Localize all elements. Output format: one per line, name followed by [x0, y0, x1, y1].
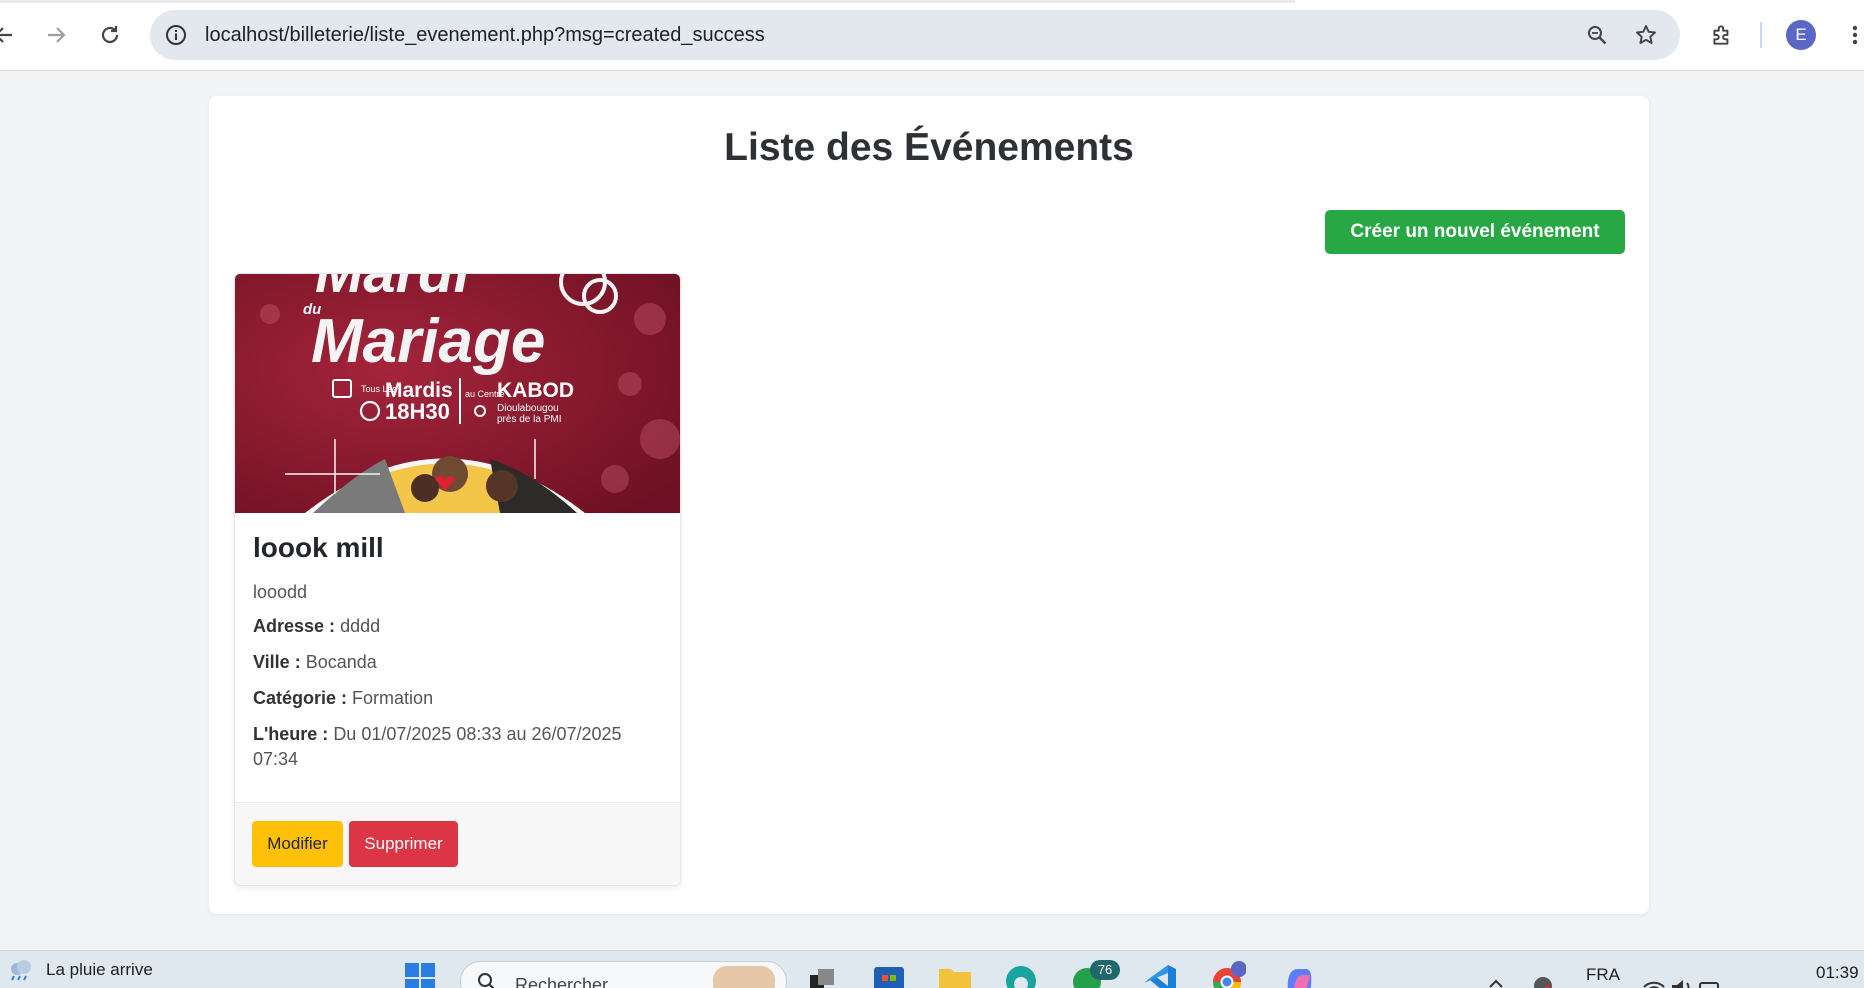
chrome-icon[interactable] — [1208, 957, 1247, 988]
poster-venue: KABOD — [497, 379, 574, 402]
events-container: Liste des Événements Créer un nouvel évé… — [209, 96, 1649, 914]
taskbar-search[interactable]: Rechercher — [460, 961, 787, 988]
city-label: Ville : — [253, 652, 301, 672]
weather-text: La pluie arrive — [46, 960, 153, 979]
windows-taskbar: La pluie arrive Rechercher 76 FRA 01:39 — [0, 950, 1864, 988]
zoom-icon[interactable] — [1583, 21, 1611, 49]
forward-arrow-icon — [48, 27, 66, 43]
category-label: Catégorie : — [253, 688, 348, 708]
back-button[interactable] — [0, 17, 22, 53]
search-icon — [478, 973, 495, 988]
browser-menu-icon[interactable] — [1846, 17, 1864, 53]
create-event-button[interactable]: Créer un nouvel événement — [1325, 210, 1625, 254]
profile-avatar[interactable]: E — [1786, 20, 1816, 50]
edge-icon[interactable] — [1002, 957, 1040, 988]
search-highlight-image — [713, 966, 775, 988]
category-value: Formation — [352, 688, 434, 708]
start-windows-icon[interactable] — [402, 957, 440, 988]
toolbar-separator — [1760, 22, 1762, 48]
vscode-icon[interactable] — [1140, 957, 1178, 988]
store-icon[interactable] — [870, 957, 908, 988]
event-category: Catégorie : Formation — [253, 686, 663, 711]
browser-toolbar: localhost/billeterie/liste_evenement.php… — [0, 0, 1864, 71]
event-address: Adresse : dddd — [253, 614, 663, 639]
event-details: loook mill looodd Adresse : dddd Ville :… — [253, 532, 663, 783]
poster-title-main: Mariage — [311, 307, 545, 376]
tray-chevron-icon[interactable] — [1486, 957, 1506, 988]
clock[interactable]: 01:39 — [1816, 963, 1859, 983]
event-description: looodd — [253, 582, 308, 602]
address-bar[interactable]: localhost/billeterie/liste_evenement.php… — [150, 10, 1680, 60]
task-view-icon[interactable] — [804, 957, 842, 988]
back-arrow-icon — [0, 27, 12, 43]
edit-event-button[interactable]: Modifier — [252, 821, 343, 867]
time-label: L'heure : — [253, 724, 329, 744]
delete-event-button[interactable]: Supprimer — [349, 821, 458, 867]
forward-button[interactable] — [38, 17, 74, 53]
event-title: loook mill — [253, 532, 384, 563]
rain-cloud-icon — [11, 960, 31, 981]
url-text[interactable]: localhost/billeterie/liste_evenement.php… — [205, 10, 765, 60]
tray-app-icon[interactable] — [1530, 957, 1556, 988]
whatsapp-badge: 76 — [1090, 960, 1120, 980]
address-value: dddd — [340, 616, 381, 636]
city-value: Bocanda — [305, 652, 377, 672]
address-label: Adresse : — [253, 616, 336, 636]
reload-icon — [101, 26, 119, 44]
language-indicator[interactable]: FRA — [1586, 965, 1620, 985]
poster-title-top: Mardi — [315, 274, 472, 305]
reload-button[interactable] — [92, 17, 128, 53]
poster-time: 18H30 — [385, 399, 450, 424]
file-explorer-icon[interactable] — [936, 957, 974, 988]
event-card-footer: Modifier Supprimer — [235, 802, 680, 885]
poster-location-line1: Dioulabougou — [497, 403, 559, 414]
site-info-icon[interactable] — [162, 21, 190, 49]
search-placeholder: Rechercher — [515, 975, 609, 988]
copilot-icon[interactable] — [1280, 957, 1318, 988]
bookmark-star-icon[interactable] — [1632, 21, 1660, 49]
event-card: Mardi du Mariage Tous Les Mardis 18H30 a… — [234, 273, 681, 886]
poster-location-line2: près de la PMI — [497, 414, 561, 425]
extensions-icon[interactable] — [1704, 17, 1740, 53]
event-time: L'heure : Du 01/07/2025 08:33 au 26/07/2… — [253, 722, 663, 772]
weather-widget[interactable]: La pluie arrive — [8, 959, 153, 981]
network-volume-battery-icons[interactable] — [1640, 957, 1724, 988]
loading-bar — [0, 0, 1295, 3]
event-poster-image: Mardi du Mariage Tous Les Mardis 18H30 a… — [235, 274, 680, 513]
page-title: Liste des Événements — [724, 126, 1134, 169]
event-city: Ville : Bocanda — [253, 650, 663, 675]
